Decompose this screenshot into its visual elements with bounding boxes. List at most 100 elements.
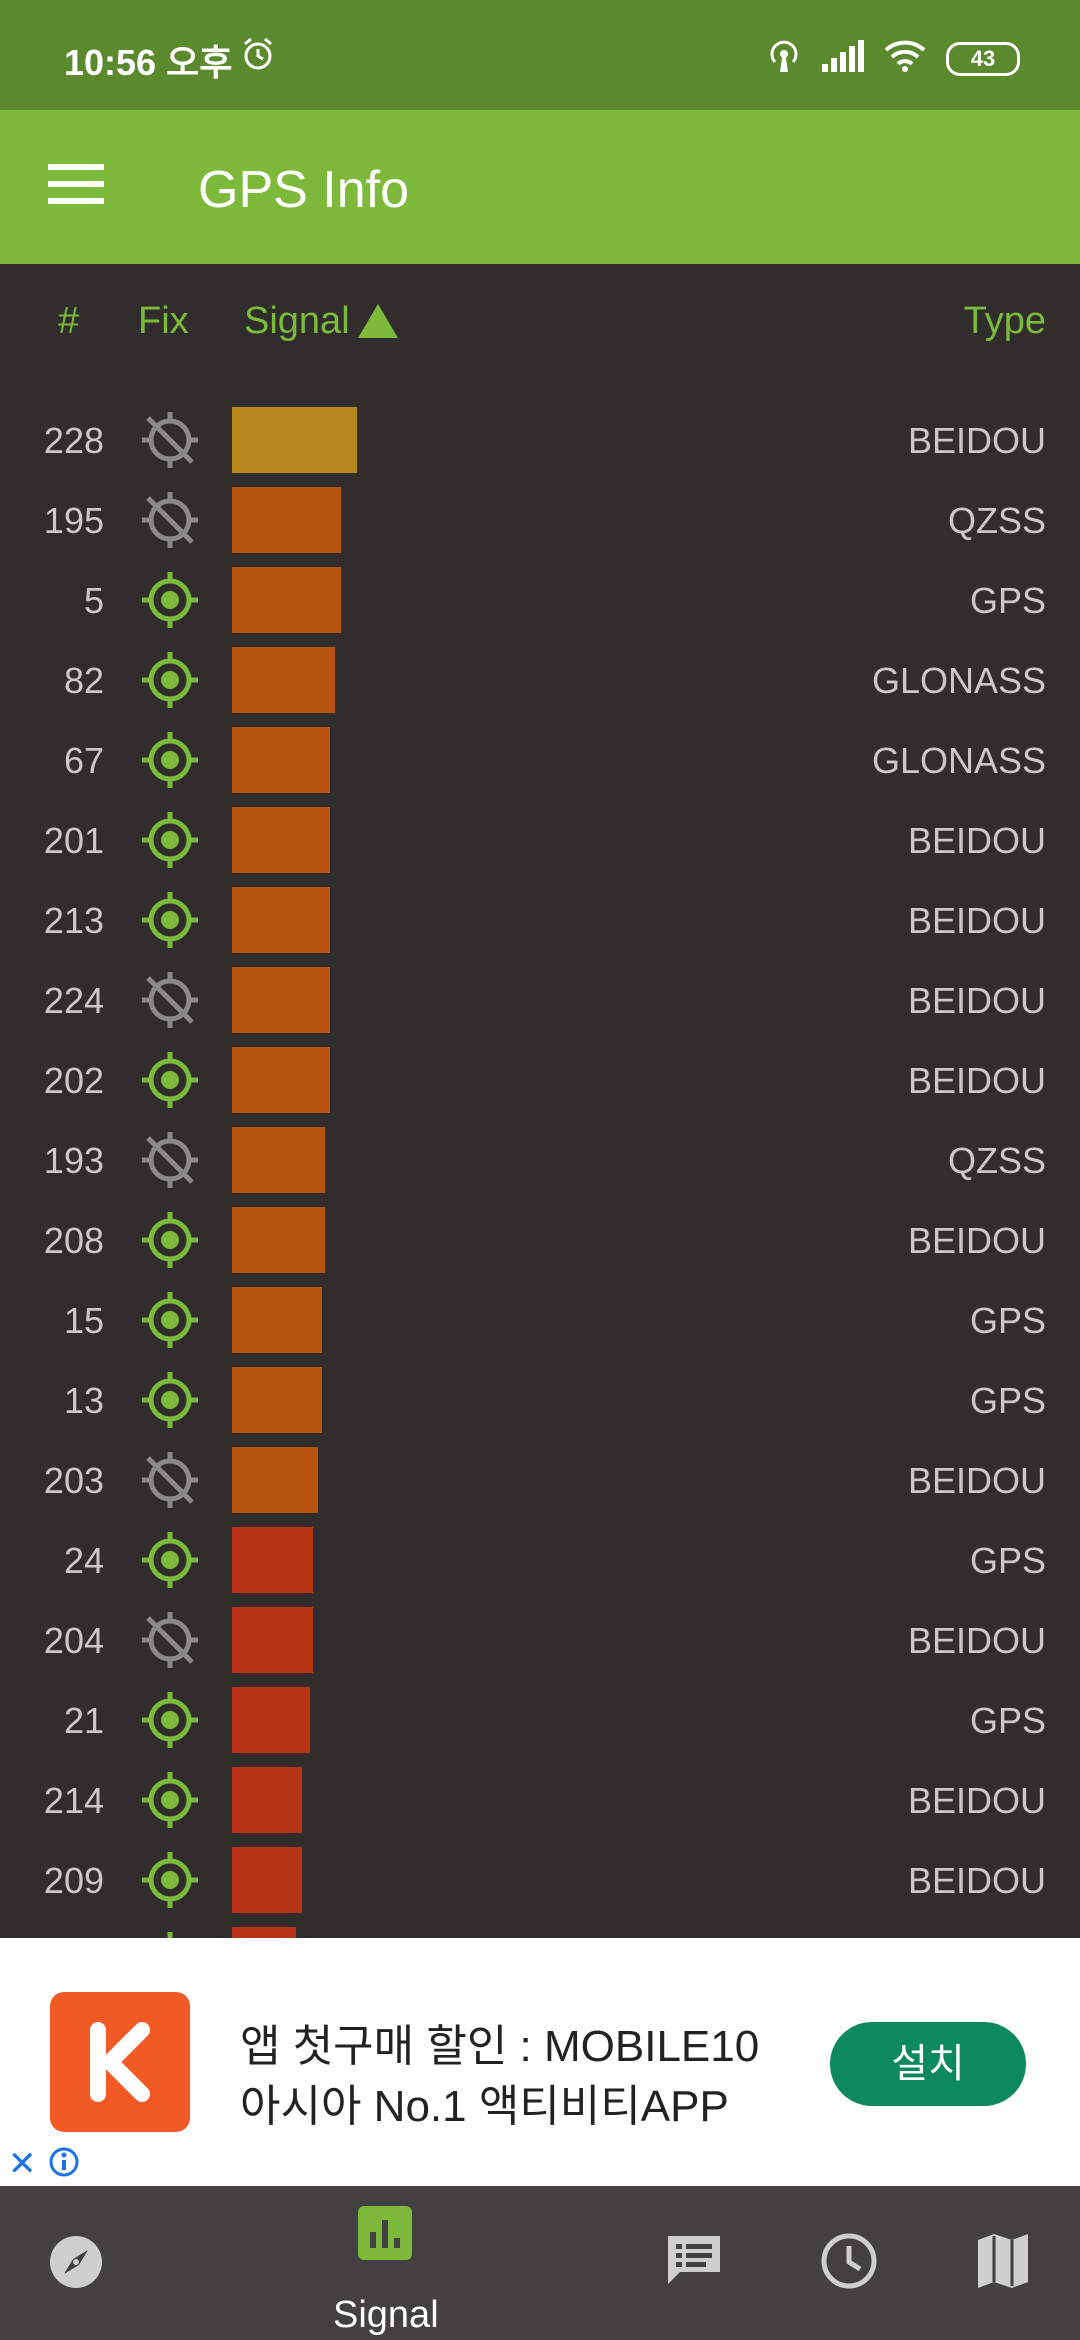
satellite-row[interactable]: 202 BEIDOU: [0, 1040, 1080, 1120]
status-bar: 10:56 오후 43: [0, 0, 1080, 110]
gps-off-icon: [140, 410, 200, 470]
gps-fixed-icon: [140, 650, 200, 710]
gps-off-icon: [140, 1610, 200, 1670]
signal-bar: [232, 1287, 322, 1353]
compass-icon[interactable]: [48, 2234, 104, 2295]
ad-subline[interactable]: 아시아 No.1 액티비티APP: [240, 2070, 729, 2134]
gps-off-icon: [140, 1450, 200, 1510]
bottom-navigation: Signal: [0, 2186, 1080, 2340]
battery-icon: 43: [946, 41, 1020, 76]
signal-bar: [232, 1847, 302, 1913]
gps-fixed-icon: [140, 730, 200, 790]
satellite-row[interactable]: 203 BEIDOU: [0, 1440, 1080, 1520]
gps-fixed-icon: [140, 890, 200, 950]
menu-icon[interactable]: [48, 164, 104, 209]
gps-fixed-icon: [140, 810, 200, 870]
column-fix[interactable]: Fix: [138, 300, 189, 343]
satellite-row[interactable]: 5 GPS: [0, 560, 1080, 640]
constellation-type: BEIDOU: [907, 1860, 1046, 1901]
constellation-type: GPS: [969, 580, 1046, 621]
signal-bar: [232, 967, 330, 1033]
signal-bar: [232, 887, 330, 953]
satellite-row[interactable]: 204 BEIDOU: [0, 1600, 1080, 1680]
gps-fixed-icon: [140, 1850, 200, 1910]
column-headers: # Fix Signal Type: [0, 300, 1080, 350]
ad-close-icon[interactable]: ✕: [8, 2144, 37, 2184]
gps-fixed-icon: [140, 1290, 200, 1350]
nav-signal-label[interactable]: Signal: [333, 2294, 439, 2337]
ad-banner[interactable]: 앱 첫구매 할인 : MOBILE10 아시아 No.1 액티비티APP 설치 …: [0, 1938, 1080, 2186]
constellation-type: BEIDOU: [907, 1220, 1046, 1261]
constellation-type: BEIDOU: [907, 1620, 1046, 1661]
column-type[interactable]: Type: [964, 300, 1046, 343]
column-signal[interactable]: Signal: [244, 300, 350, 343]
signal-bar: [232, 487, 341, 553]
signal-bar: [232, 1447, 318, 1513]
satellite-number: 13: [63, 1380, 104, 1421]
satellite-row[interactable]: 228 BEIDOU: [0, 400, 1080, 480]
signal-bar: [232, 1127, 325, 1193]
satellite-row[interactable]: 209 BEIDOU: [0, 1840, 1080, 1920]
satellite-row[interactable]: 15 GPS: [0, 1280, 1080, 1360]
gps-fixed-icon: [140, 1370, 200, 1430]
satellite-number: 82: [63, 660, 104, 701]
gps-fixed-icon: [140, 570, 200, 630]
satellite-row[interactable]: 224 BEIDOU: [0, 960, 1080, 1040]
column-num[interactable]: #: [58, 300, 79, 343]
sort-ascending-triangle-icon[interactable]: [358, 304, 398, 348]
gps-fixed-icon: [140, 1770, 200, 1830]
ad-headline[interactable]: 앱 첫구매 할인 : MOBILE10: [240, 2010, 759, 2074]
signal-bar: [232, 567, 341, 633]
satellite-row[interactable]: 214 BEIDOU: [0, 1760, 1080, 1840]
klook-k-logo[interactable]: [50, 1992, 190, 2132]
satellite-row[interactable]: 24 GPS: [0, 1520, 1080, 1600]
satellite-row[interactable]: 213 BEIDOU: [0, 880, 1080, 960]
constellation-type: QZSS: [947, 500, 1046, 541]
constellation-type: QZSS: [947, 1140, 1046, 1181]
satellite-number: 201: [43, 820, 104, 861]
satellite-row[interactable]: 82 GLONASS: [0, 640, 1080, 720]
ad-install-button[interactable]: 설치: [830, 2022, 1026, 2106]
satellite-number: 193: [43, 1140, 104, 1181]
satellite-row[interactable]: 193 QZSS: [0, 1120, 1080, 1200]
clock-icon[interactable]: [820, 2232, 878, 2295]
satellite-row[interactable]: [0, 1920, 1080, 1938]
page-title: GPS Info: [198, 161, 409, 219]
satellite-number: 213: [43, 900, 104, 941]
constellation-type: GPS: [969, 1540, 1046, 1581]
satellite-number: 195: [43, 500, 104, 541]
gps-fixed-icon: [140, 1930, 200, 1938]
satellite-row[interactable]: 13 GPS: [0, 1360, 1080, 1440]
status-time: 10:56 오후: [64, 42, 233, 83]
app-bar: GPS Info: [0, 110, 1080, 264]
satellite-number: 214: [43, 1780, 104, 1821]
satellite-row[interactable]: 21 GPS: [0, 1680, 1080, 1760]
satellite-number: 21: [63, 1700, 104, 1741]
gps-fixed-icon: [140, 1210, 200, 1270]
signal-bar: [232, 727, 330, 793]
signal-bars-icon[interactable]: [358, 2206, 412, 2265]
signal-bar: [232, 407, 357, 473]
satellite-row[interactable]: 67 GLONASS: [0, 720, 1080, 800]
satellite-row[interactable]: 208 BEIDOU: [0, 1200, 1080, 1280]
signal-bar: [232, 1207, 325, 1273]
map-icon[interactable]: [976, 2232, 1030, 2295]
satellite-number: 209: [43, 1860, 104, 1901]
constellation-type: GPS: [969, 1380, 1046, 1421]
satellite-number: 5: [83, 580, 104, 621]
gps-off-icon: [140, 490, 200, 550]
gps-off-icon: [140, 970, 200, 1030]
messages-icon[interactable]: [664, 2232, 724, 2293]
ad-info-icon[interactable]: [48, 2146, 80, 2183]
constellation-type: GLONASS: [871, 740, 1046, 781]
satellite-number: 224: [43, 980, 104, 1021]
constellation-type: BEIDOU: [907, 820, 1046, 861]
satellite-row[interactable]: 195 QZSS: [0, 480, 1080, 560]
gps-fixed-icon: [140, 1050, 200, 1110]
satellite-number: 202: [43, 1060, 104, 1101]
satellite-row[interactable]: 201 BEIDOU: [0, 800, 1080, 880]
satellite-number: 24: [63, 1540, 104, 1581]
satellite-number: 15: [63, 1300, 104, 1341]
satellite-list[interactable]: 228 BEIDOU 195 QZSS 5 GPS 82 GLONASS 67 GLONASS 20…: [0, 400, 1080, 1938]
alarm-icon: [240, 36, 276, 77]
